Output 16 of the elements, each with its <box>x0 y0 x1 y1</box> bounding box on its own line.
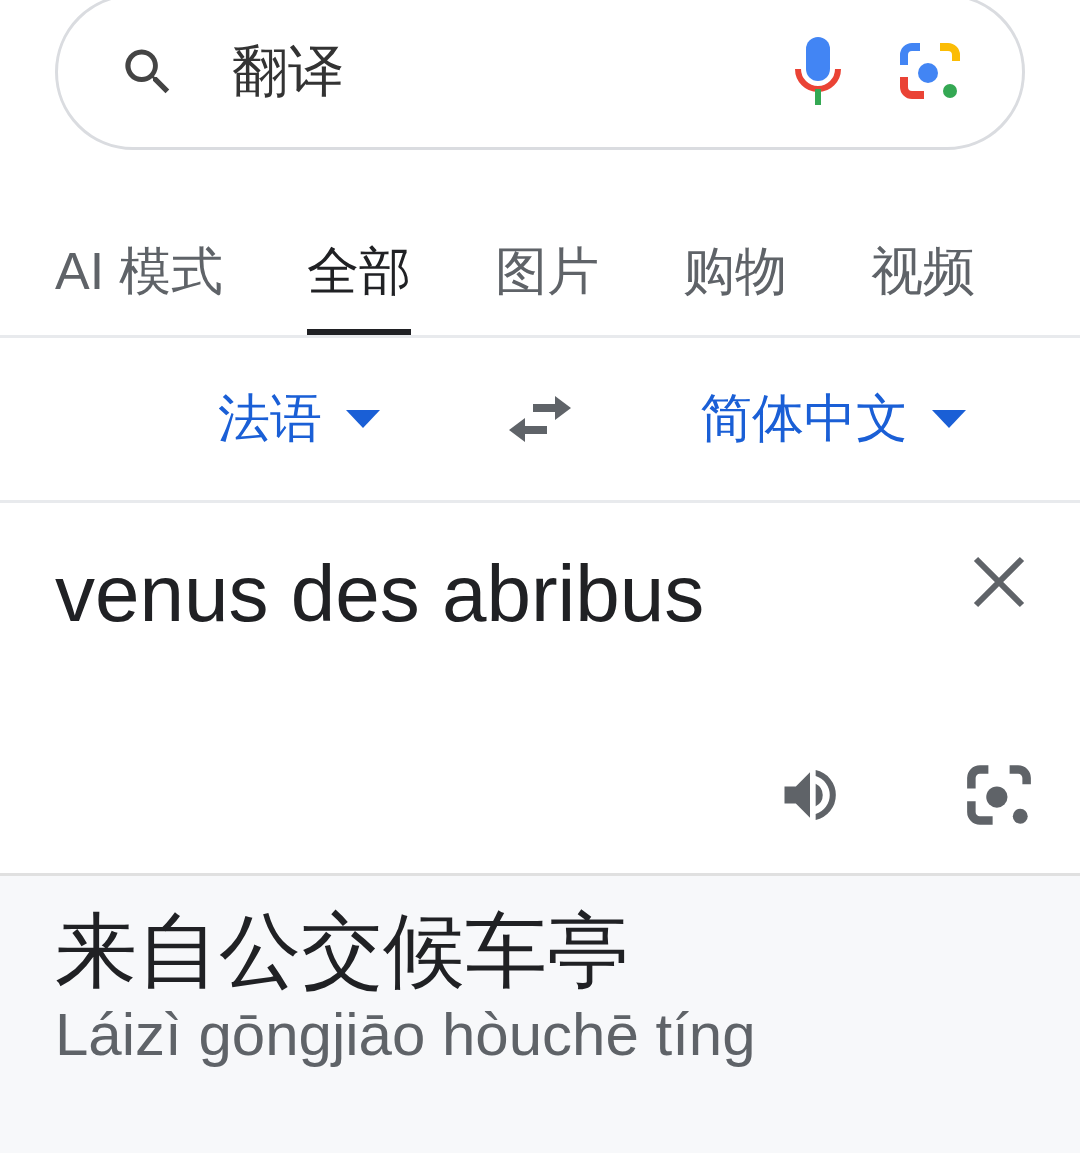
tab[interactable]: 视频 <box>870 237 975 335</box>
tab[interactable]: 购物 <box>682 237 787 335</box>
target-language-button[interactable]: 简体中文 <box>700 384 966 454</box>
search-bar[interactable]: 翻译 <box>55 0 1025 150</box>
microphone-icon[interactable] <box>792 37 844 107</box>
tab[interactable]: AI 模式 <box>55 237 223 335</box>
close-icon[interactable] <box>972 555 1026 609</box>
source-text[interactable]: venus des abribus <box>55 548 705 640</box>
tab[interactable]: 全部 <box>306 237 411 335</box>
tab[interactable]: 图片 <box>494 237 599 335</box>
search-input[interactable]: 翻译 <box>232 39 738 105</box>
source-language-button[interactable]: 法语 <box>218 384 380 454</box>
pinyin-text: Láizì gōngjiāo hòuchē tíng <box>55 1000 756 1070</box>
caret-icon <box>346 410 380 428</box>
translation-text: 来自公交候车亭 <box>55 906 629 997</box>
caret-icon <box>932 410 966 428</box>
